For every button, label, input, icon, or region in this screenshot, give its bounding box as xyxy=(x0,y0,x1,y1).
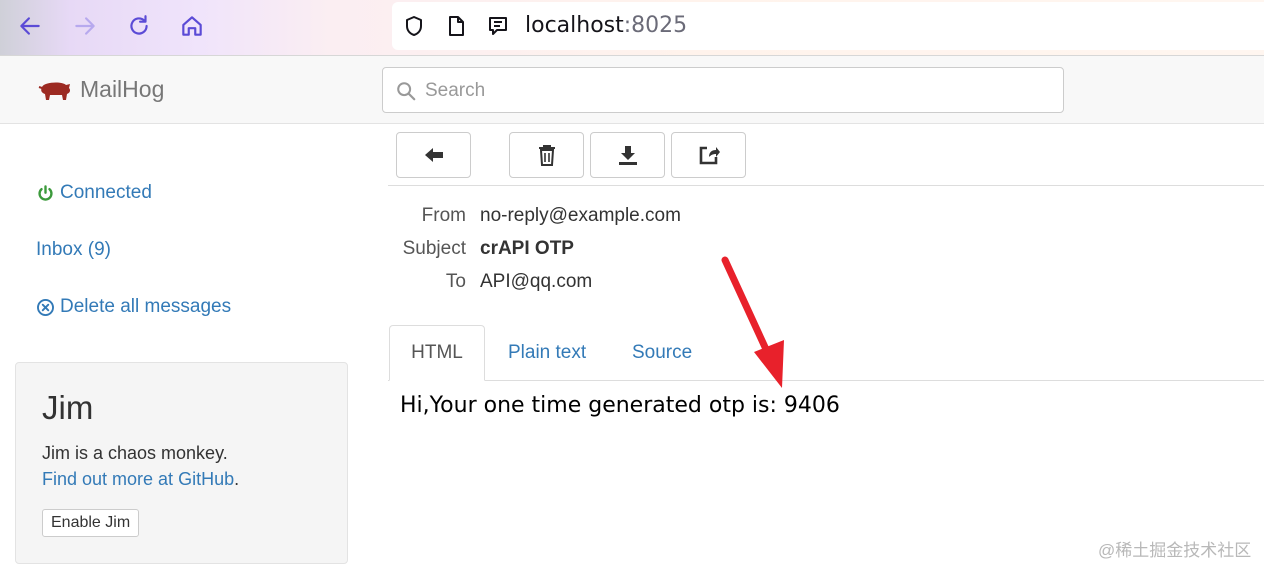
watermark: @稀土掘金技术社区 xyxy=(1098,541,1252,560)
remove-circle-icon xyxy=(37,298,54,316)
download-button[interactable] xyxy=(590,132,665,178)
to-value: API@qq.com xyxy=(480,271,593,292)
jim-title: Jim xyxy=(42,389,94,426)
tab-plain-text[interactable]: Plain text xyxy=(508,325,586,381)
jim-link-row: Find out more at GitHub. xyxy=(42,469,239,490)
brand[interactable]: MailHog xyxy=(38,76,164,103)
jim-description: Jim is a chaos monkey. xyxy=(42,443,228,463)
search-placeholder: Search xyxy=(425,80,486,101)
page-icon[interactable] xyxy=(444,14,468,38)
reload-icon[interactable] xyxy=(121,10,157,42)
back-arrow-icon[interactable] xyxy=(12,10,48,42)
subject-value: crAPI OTP xyxy=(480,238,574,259)
release-button[interactable] xyxy=(671,132,746,178)
trash-icon xyxy=(538,145,555,166)
download-icon xyxy=(618,146,637,165)
forward-arrow-icon[interactable] xyxy=(67,10,103,42)
delete-all-label: Delete all messages xyxy=(60,296,232,317)
connection-status: Connected xyxy=(36,182,152,204)
to-label: To xyxy=(445,271,466,292)
reader-view-icon[interactable] xyxy=(486,14,510,38)
search-input[interactable]: Search xyxy=(382,67,1064,113)
back-button[interactable] xyxy=(396,132,471,178)
pig-logo-icon xyxy=(38,82,71,100)
connection-status-label: Connected xyxy=(60,182,152,203)
from-label: From xyxy=(421,205,466,226)
delete-button[interactable] xyxy=(509,132,584,178)
from-value: no-reply@example.com xyxy=(480,205,681,226)
inbox-label: Inbox (9) xyxy=(36,239,111,260)
annotation-arrow-icon xyxy=(721,256,784,388)
jim-link-suffix: . xyxy=(234,469,240,489)
home-icon[interactable] xyxy=(174,10,210,42)
app-navbar: MailHog Search xyxy=(0,56,1264,124)
brand-name: MailHog xyxy=(80,76,165,102)
power-icon xyxy=(38,184,53,201)
jim-panel: Jim Jim is a chaos monkey. Find out more… xyxy=(15,362,348,564)
tab-source[interactable]: Source xyxy=(632,325,692,381)
arrow-left-icon xyxy=(424,148,443,162)
toolbar-divider xyxy=(388,185,1264,186)
share-icon xyxy=(699,146,720,165)
shield-icon[interactable] xyxy=(402,14,426,38)
subject-label: Subject xyxy=(402,238,466,259)
sidebar-item-inbox[interactable]: Inbox (9) xyxy=(36,239,111,261)
search-icon xyxy=(397,82,416,101)
url-host: localhost xyxy=(525,13,624,38)
url-text[interactable]: localhost:8025 xyxy=(525,13,687,38)
tab-html[interactable]: HTML xyxy=(389,325,485,381)
delete-all-messages-link[interactable]: Delete all messages xyxy=(36,296,231,318)
github-link[interactable]: Find out more at GitHub xyxy=(42,469,234,489)
url-port: :8025 xyxy=(623,13,688,38)
url-bar[interactable]: localhost:8025 xyxy=(392,2,1264,50)
enable-jim-button[interactable]: Enable Jim xyxy=(42,509,140,537)
browser-toolbar: localhost:8025 xyxy=(0,0,1264,56)
